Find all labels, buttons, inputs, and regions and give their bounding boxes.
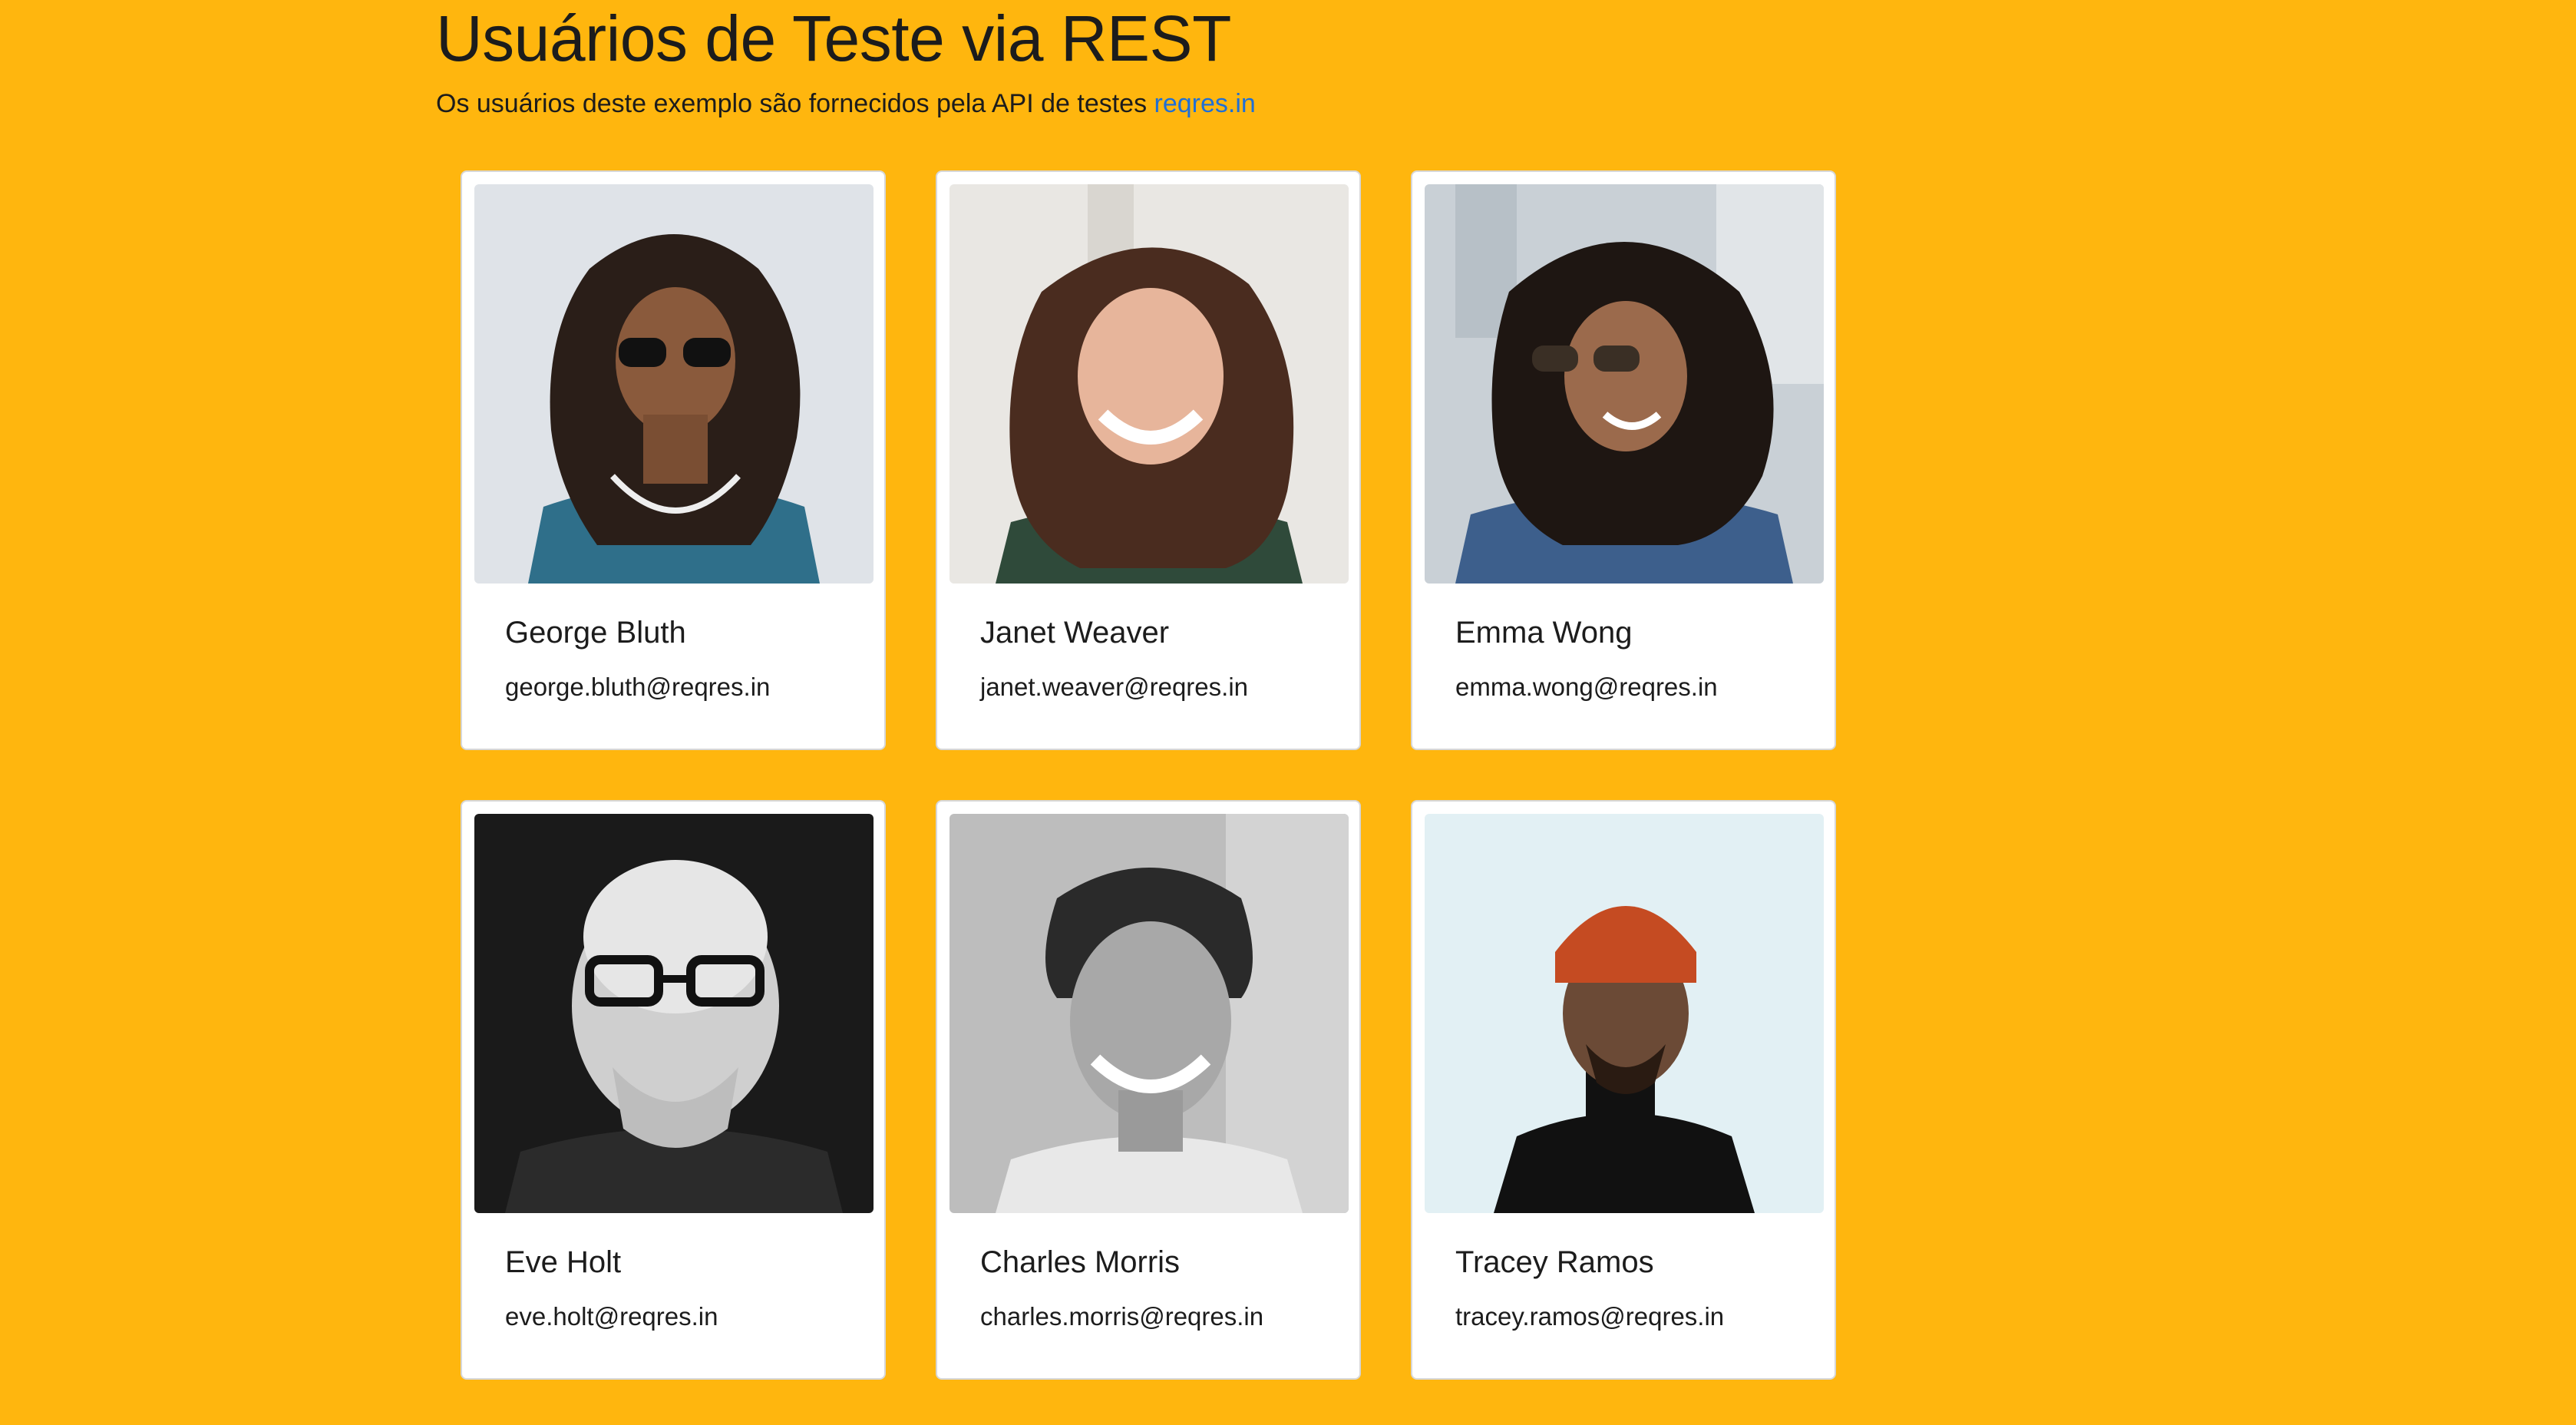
user-name: Emma Wong (1455, 616, 1633, 650)
user-email: tracey.ramos@reqres.in (1455, 1302, 1725, 1331)
user-photo (949, 184, 1349, 584)
user-card: Emma Wong emma.wong@reqres.in (1411, 170, 1836, 750)
user-card: Janet Weaver janet.weaver@reqres.in (936, 170, 1361, 750)
subtitle-text: Os usuários deste exemplo são fornecidos… (436, 89, 1154, 118)
user-email: emma.wong@reqres.in (1455, 673, 1718, 701)
user-name: George Bluth (505, 616, 686, 650)
user-photo (474, 184, 874, 584)
user-photo (949, 814, 1349, 1213)
user-card: Tracey Ramos tracey.ramos@reqres.in (1411, 800, 1836, 1380)
user-name: Charles Morris (980, 1245, 1181, 1279)
page-title: Usuários de Teste via REST (436, 2, 1231, 74)
user-email: janet.weaver@reqres.in (980, 673, 1248, 701)
reqres-link[interactable]: reqres.in (1154, 89, 1256, 118)
user-email: eve.holt@reqres.in (505, 1302, 718, 1331)
user-card: Eve Holt eve.holt@reqres.in (461, 800, 886, 1380)
user-photo (1425, 814, 1824, 1213)
user-name: Tracey Ramos (1455, 1245, 1654, 1279)
user-grid: George Bluth george.bluth@reqres.in Jane… (461, 170, 1836, 1380)
user-card: George Bluth george.bluth@reqres.in (461, 170, 886, 750)
user-email: george.bluth@reqres.in (505, 673, 771, 701)
user-email: charles.morris@reqres.in (980, 1302, 1264, 1331)
user-name: Eve Holt (505, 1245, 622, 1279)
page-subtitle: Os usuários deste exemplo são fornecidos… (436, 88, 1256, 120)
user-photo (1425, 184, 1824, 584)
user-card: Charles Morris charles.morris@reqres.in (936, 800, 1361, 1380)
user-photo (474, 814, 874, 1213)
user-name: Janet Weaver (980, 616, 1170, 650)
